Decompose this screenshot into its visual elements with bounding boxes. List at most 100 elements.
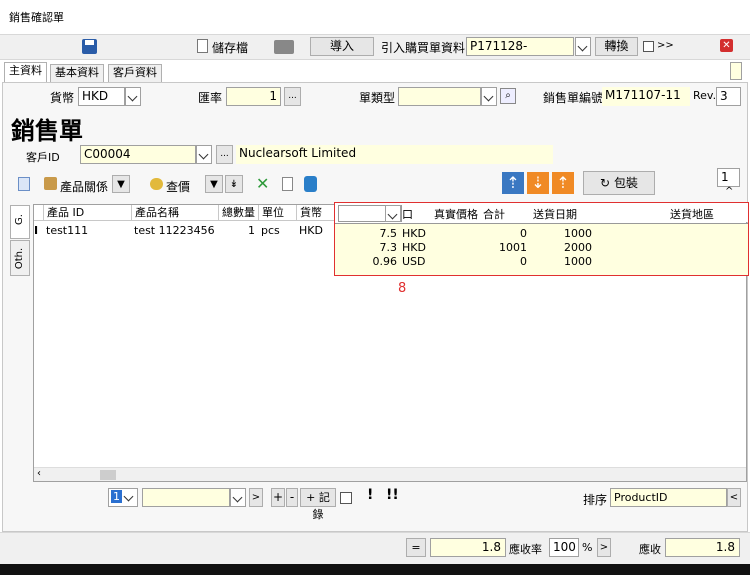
pack-label: 包裝 xyxy=(613,176,638,190)
receivable-rate-field[interactable]: 100 xyxy=(549,538,579,557)
price-popup-highlight: 口 真實價格 合計 送貨日期 送貨地區 7.5 HKD 0 1000 7.3 H… xyxy=(334,202,749,276)
horizontal-scrollbar[interactable]: ‹ xyxy=(34,467,746,481)
rev-field[interactable]: 3 xyxy=(716,87,741,106)
page-field[interactable]: 1 xyxy=(717,168,740,187)
popup-rows: 7.5 HKD 0 1000 7.3 HKD 1001 2000 0.96 US… xyxy=(335,223,748,275)
equals-button[interactable]: = xyxy=(406,538,426,557)
cell-product-name[interactable]: test 11223456 xyxy=(134,224,215,238)
col-qty[interactable]: 總數量 xyxy=(219,205,259,221)
filter-down-icon[interactable]: ▼ xyxy=(205,175,223,193)
col-total[interactable]: 合計 xyxy=(483,206,505,222)
import-button[interactable]: 導入 xyxy=(310,37,374,56)
sales-no-field: M171107-11 xyxy=(602,87,690,106)
add-record-button[interactable]: + 記錄 xyxy=(300,488,336,521)
purchase-no-field[interactable]: P171128- xyxy=(466,37,574,56)
footer-bar xyxy=(0,532,750,564)
document-icon xyxy=(197,39,208,53)
copy-icon[interactable] xyxy=(18,177,30,191)
side-tab-other[interactable]: Oth. xyxy=(10,240,30,276)
product-relation-button[interactable]: 產品關係 xyxy=(60,178,108,195)
query-price-button[interactable]: 查價 xyxy=(166,178,190,195)
form-title: 銷售單 xyxy=(11,116,83,145)
cell-currency[interactable]: HKD xyxy=(299,224,323,238)
corner-box xyxy=(730,62,742,80)
filter-double-icon[interactable]: ↡ xyxy=(225,175,243,193)
col-currency[interactable]: 貨幣 xyxy=(297,205,335,221)
pager-combo-dropdown[interactable] xyxy=(230,488,246,507)
rate-label: 匯率 xyxy=(198,91,223,105)
sort-prev-button[interactable]: < xyxy=(727,488,741,507)
move-top-icon[interactable]: ⇡ xyxy=(502,172,524,194)
footer-next-button[interactable]: > xyxy=(597,538,611,557)
save-disk-icon[interactable] xyxy=(82,39,97,54)
pack-button[interactable]: ↻ 包裝 xyxy=(583,171,655,195)
popup-row[interactable]: 7.5 HKD 0 1000 xyxy=(335,227,743,241)
doc-type-dropdown[interactable] xyxy=(481,87,497,106)
purchase-no-dropdown[interactable] xyxy=(575,37,591,56)
main-toolbar: 儲存檔 導入 引入購買單資料 P171128- 轉換 >> ✕ xyxy=(0,34,750,60)
col-product-id[interactable]: 產品 ID xyxy=(44,205,132,221)
rate-field[interactable]: 1 xyxy=(226,87,281,106)
refresh-icon: ↻ xyxy=(600,176,611,190)
popup-column-selector[interactable] xyxy=(338,205,402,222)
pager-next-button[interactable]: > xyxy=(249,488,263,507)
col-unit[interactable]: 單位 xyxy=(259,205,297,221)
keyboard-icon[interactable] xyxy=(274,40,294,54)
doc-type-label: 單類型 xyxy=(359,91,396,105)
remove-row-button[interactable]: - xyxy=(286,488,298,507)
document-copy-icon[interactable] xyxy=(282,177,293,191)
convert-checkbox[interactable] xyxy=(643,41,654,52)
sum-field: 1.8 xyxy=(430,538,506,557)
col-real-price[interactable]: 真實價格 xyxy=(434,206,478,222)
doc-type-field[interactable] xyxy=(398,87,481,106)
cell-unit[interactable]: pcs xyxy=(261,224,280,238)
more-button[interactable]: >> xyxy=(657,40,674,51)
scroll-thumb[interactable] xyxy=(100,470,116,480)
add-row-button[interactable]: + xyxy=(271,488,285,507)
row-cursor-marker: I xyxy=(34,224,39,237)
import-purchase-label: 引入購買單資料 xyxy=(381,41,466,55)
col-delivery-area[interactable]: 送貨地區 xyxy=(670,206,714,222)
popup-header: 口 真實價格 合計 送貨日期 送貨地區 xyxy=(335,203,748,222)
filter-icon[interactable]: ▼ xyxy=(112,175,130,193)
col-product-name[interactable]: 產品名稱 xyxy=(132,205,219,221)
tab-main[interactable]: 主資料 xyxy=(4,62,47,82)
taskbar-edge xyxy=(0,564,750,575)
customer-id-dropdown[interactable] xyxy=(196,145,212,164)
side-tab-general[interactable]: G. xyxy=(10,205,30,239)
database-icon[interactable] xyxy=(304,176,317,192)
exclaim-icon[interactable]: ! xyxy=(367,487,373,503)
move-up-icon[interactable]: ⇡ xyxy=(552,172,574,194)
currency-dropdown[interactable] xyxy=(125,87,141,106)
sort-label: 排序 xyxy=(583,493,608,507)
tab-basic[interactable]: 基本資料 xyxy=(50,64,104,82)
pager-combo-field[interactable] xyxy=(142,488,230,507)
scroll-up-arrow[interactable]: ^ xyxy=(725,186,733,197)
customer-lookup-button[interactable]: ... xyxy=(216,145,233,164)
receivable-field: 1.8 xyxy=(665,538,740,557)
receivable-rate-label: 應收率 xyxy=(509,543,542,556)
page-select[interactable]: 1 xyxy=(108,488,138,507)
customer-id-field[interactable]: C00004 xyxy=(80,145,196,164)
sales-no-label: 銷售單編號 xyxy=(543,91,604,105)
rate-lookup-button[interactable]: ... xyxy=(284,87,301,106)
cell-product-id[interactable]: test111 xyxy=(46,224,88,238)
popup-row[interactable]: 7.3 HKD 1001 2000 xyxy=(335,241,743,255)
move-down-icon[interactable]: ⇣ xyxy=(527,172,549,194)
sort-field[interactable]: ProductID xyxy=(610,488,727,507)
delete-x-icon[interactable]: ✕ xyxy=(256,176,270,192)
popup-row[interactable]: 0.96 USD 0 1000 xyxy=(335,255,743,269)
double-exclaim-icon[interactable]: !! xyxy=(386,487,399,503)
save-file-button[interactable]: 儲存檔 xyxy=(212,39,248,56)
percent-label: % xyxy=(582,541,593,554)
cell-qty[interactable]: 1 xyxy=(219,224,255,238)
currency-field[interactable]: HKD xyxy=(78,87,125,106)
scroll-left-arrow[interactable]: ‹ xyxy=(37,468,41,479)
col-delivery-date[interactable]: 送貨日期 xyxy=(533,206,577,222)
convert-button[interactable]: 轉換 xyxy=(595,37,638,56)
record-checkbox[interactable] xyxy=(340,492,352,504)
box-icon xyxy=(44,177,57,190)
close-icon[interactable]: ✕ xyxy=(720,39,733,52)
tab-customer[interactable]: 客戶資料 xyxy=(108,64,162,82)
search-icon[interactable]: ⌕ xyxy=(500,88,516,104)
